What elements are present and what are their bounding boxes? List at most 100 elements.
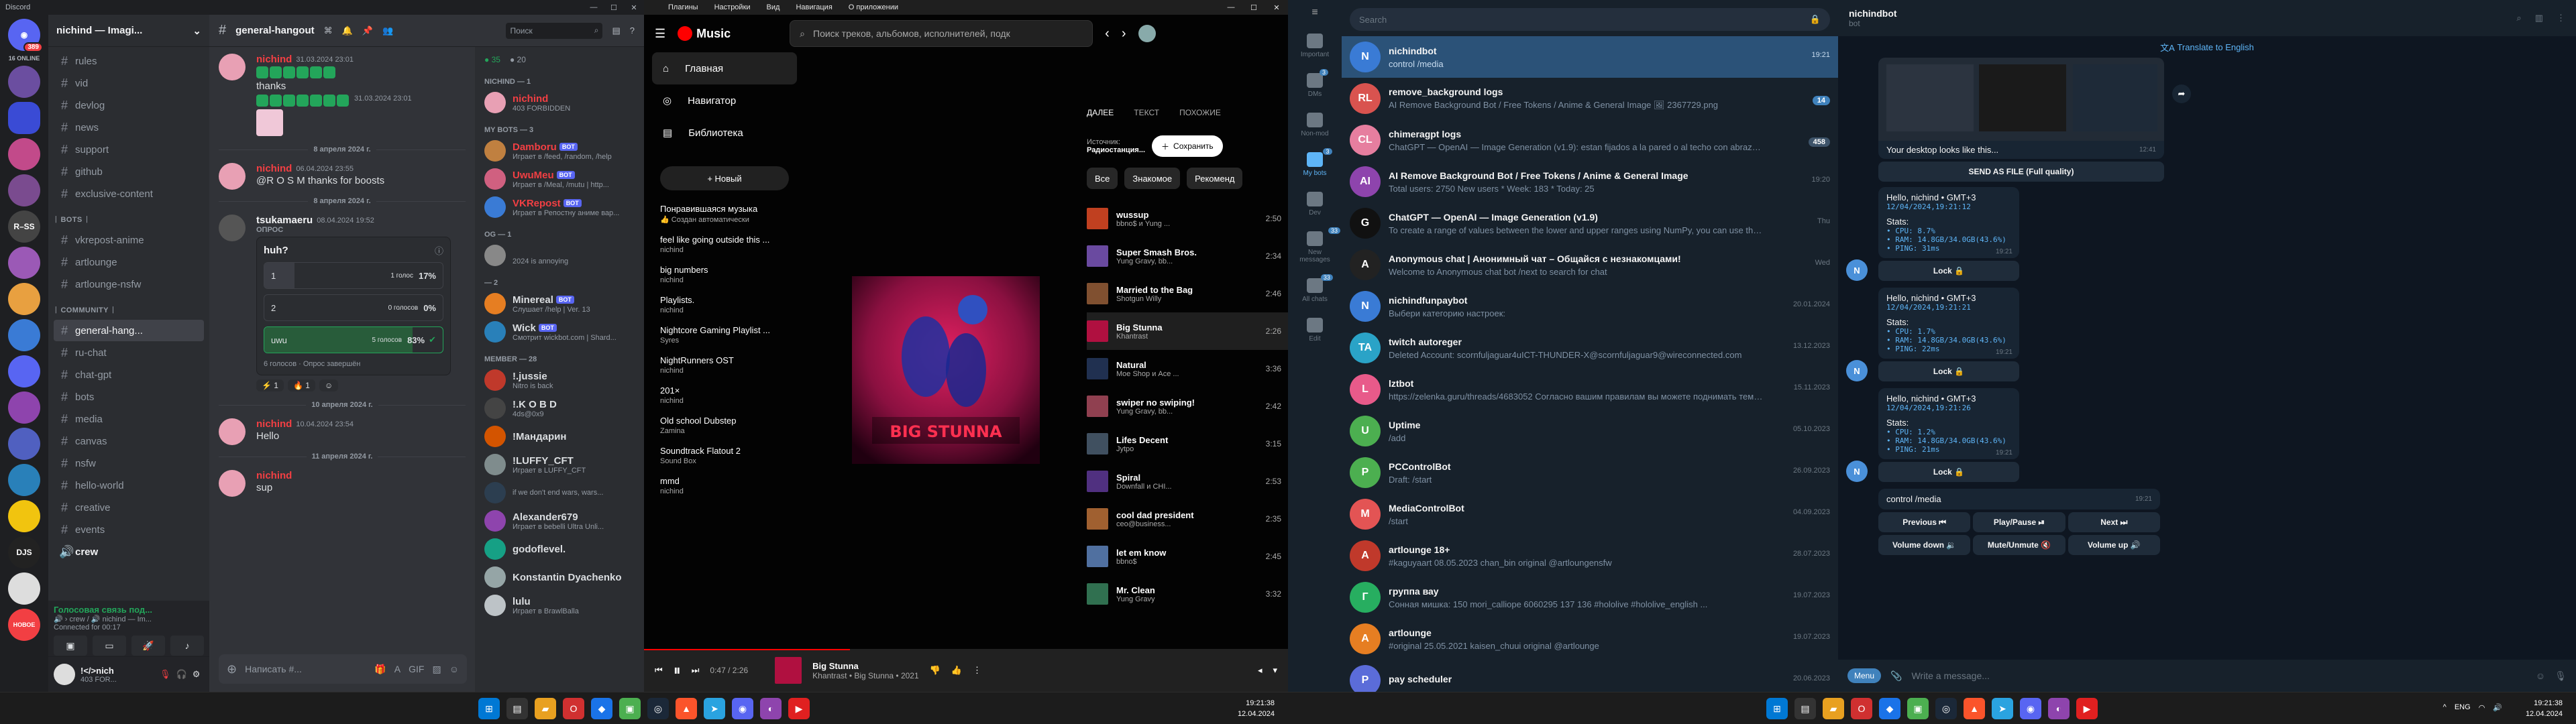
message-input[interactable]: Write a message...	[1911, 670, 1989, 681]
app-icon[interactable]: ▣	[619, 698, 641, 719]
author-name[interactable]: nichind	[256, 54, 292, 65]
chip-all[interactable]: Все	[1087, 168, 1118, 189]
dialog-item[interactable]: P PCControlBot Draft: /start 26.09.2023	[1342, 452, 1838, 493]
brave-icon[interactable]: ▲	[1964, 698, 1985, 719]
member-item[interactable]: UwuMeu BOT Играет в /Meal, /mutu | http...	[480, 165, 639, 193]
guild-header[interactable]: nichind — Imagi... ⌄	[48, 15, 209, 47]
category-community[interactable]: ᛁ COMMUNITY ᛁ	[48, 302, 209, 319]
channel-item[interactable]: # support	[54, 139, 204, 160]
dialog-item[interactable]: Ггруппа вау Сонная мишка: 150 mori_callio…	[1342, 577, 1838, 618]
app-icon[interactable]: ◐	[2048, 698, 2070, 719]
channel-item[interactable]: # chat-gpt	[54, 364, 204, 385]
pin-icon[interactable]: 📌	[362, 25, 373, 36]
next-icon[interactable]: ⏭	[692, 665, 700, 676]
dislike-icon[interactable]: 👎	[930, 665, 941, 676]
dialog-item[interactable]: RL remove_background logs AI Remove Backgr…	[1342, 78, 1838, 119]
channel-item[interactable]: # vid	[54, 72, 204, 94]
close-icon[interactable]: ✕	[1265, 3, 1288, 12]
playlist-item[interactable]: Playlists. nichind	[644, 290, 805, 320]
threads-icon[interactable]: ⌘	[324, 25, 333, 36]
gift-icon[interactable]: 🎁	[374, 664, 386, 675]
chip-discover[interactable]: Рекоменд	[1187, 168, 1243, 189]
reaction[interactable]: ⚡ 1	[256, 379, 284, 391]
progress-bar[interactable]	[644, 649, 851, 650]
server-icon[interactable]	[8, 174, 40, 206]
chevron-left-icon[interactable]: ◂	[1258, 665, 1263, 676]
app-icon[interactable]: ▣	[1907, 698, 1929, 719]
dialog-item[interactable]: M MediaControlBot/start 04.09.2023	[1342, 493, 1838, 535]
opera-icon[interactable]: O	[563, 698, 584, 719]
folder-dev[interactable]: Dev	[1307, 192, 1323, 217]
chevron-down-icon[interactable]: ▾	[1273, 665, 1277, 676]
nav-explore[interactable]: ◎ Навигатор	[652, 84, 797, 117]
queue-item[interactable]: Lifes Decent Jytpo 3:15	[1087, 425, 1288, 463]
channel-item[interactable]: # events	[54, 519, 204, 540]
menu-item[interactable]: Навигация	[796, 3, 832, 11]
reaction[interactable]: 🔥 1	[287, 379, 315, 391]
save-button[interactable]: ＋ Сохранить	[1152, 135, 1223, 157]
add-reaction-icon[interactable]: ☺	[319, 379, 339, 391]
plus-icon[interactable]: ⊕	[227, 662, 237, 676]
sticker-icon[interactable]: ▨	[432, 664, 441, 675]
more-icon[interactable]: ⋮	[2557, 13, 2565, 23]
queue-item-playing[interactable]: Big Stunna Khantrast 2:26	[1087, 312, 1288, 350]
server-icon[interactable]	[8, 319, 40, 351]
steam-icon[interactable]: ◎	[1935, 698, 1957, 719]
hamburger-icon[interactable]: ≡	[1311, 7, 1318, 19]
logo[interactable]: Music	[678, 26, 731, 41]
author-name[interactable]: nichind	[256, 163, 292, 174]
forward-icon[interactable]: ›	[1122, 26, 1126, 42]
author-name[interactable]: nichind	[256, 470, 292, 481]
volume-up-button[interactable]: Volume up 🔊	[2068, 535, 2160, 555]
queue-item[interactable]: let em know bbno$ 2:45	[1087, 538, 1288, 575]
playlist-item[interactable]: Soundtrack Flatout 2 Sound Box	[644, 440, 805, 471]
folder-non-mod[interactable]: Non-mod	[1301, 113, 1329, 137]
playlist-item[interactable]: Nightcore Gaming Playlist ... Syres	[644, 320, 805, 350]
volume-down-button[interactable]: Volume down 🔉	[1878, 535, 1971, 555]
menu-item[interactable]: О приложении	[849, 3, 898, 11]
dialog-item[interactable]: G ChatGPT — OpenAI — Image Generation (v1…	[1342, 202, 1838, 244]
poll-option[interactable]: 20 голосов 0%	[264, 294, 443, 321]
camera-icon[interactable]: ▣	[54, 636, 87, 656]
member-item[interactable]: lulu Играет в BrawlBalla	[480, 591, 639, 619]
voice-channel-item[interactable]: 🔊 crew	[54, 541, 204, 562]
lock-button[interactable]: Lock 🔒	[1878, 261, 2019, 281]
emoji-icon[interactable]: ☺	[2536, 670, 2545, 681]
brave-icon[interactable]: ▲	[676, 698, 697, 719]
channel-item[interactable]: # canvas	[54, 430, 204, 452]
new-playlist-button[interactable]: + Новый	[660, 166, 789, 190]
activity-icon[interactable]: 🚀	[131, 636, 165, 656]
member-item[interactable]: godoflevel.	[480, 535, 639, 563]
headphones-icon[interactable]: 🎧	[176, 669, 187, 680]
search-icon[interactable]: ⌕	[2516, 13, 2521, 23]
server-icon[interactable]	[8, 355, 40, 387]
member-item[interactable]: Damboru BOT Играет в /feed, /random, /help	[480, 137, 639, 165]
telegram-icon[interactable]: ➤	[704, 698, 725, 719]
avatar[interactable]	[219, 418, 246, 445]
bell-icon[interactable]: 🔔	[342, 25, 353, 36]
gif-icon[interactable]: GIF	[409, 664, 424, 674]
member-item[interactable]: !.jussie Nitro is back	[480, 366, 639, 394]
send-as-file-button[interactable]: SEND AS FILE (Full quality)	[1878, 162, 2164, 182]
tab-lyrics[interactable]: ТЕКСТ	[1134, 108, 1159, 117]
channel-item-active[interactable]: # general-hang...	[54, 320, 204, 341]
server-icon[interactable]: DJS	[8, 536, 40, 568]
previous-icon[interactable]: ⏮	[655, 665, 663, 676]
channel-item[interactable]: # devlog	[54, 95, 204, 116]
next-button[interactable]: Next ⏭	[2068, 512, 2160, 532]
avatar[interactable]	[219, 163, 246, 190]
member-item[interactable]: Alexander679 Играет в bebelli Ultra Unli.…	[480, 507, 639, 535]
avatar[interactable]: N	[1846, 461, 1868, 482]
member-item[interactable]: Minereal BOT Слушает /help | Ver. 13	[480, 290, 639, 318]
author-name[interactable]: tsukamaeru	[256, 215, 313, 226]
gear-icon[interactable]: ⚙	[193, 669, 201, 680]
queue-item[interactable]: Spiral Downfall и CHI... 2:53	[1087, 463, 1288, 500]
attach-icon[interactable]: 📎	[1890, 670, 1902, 682]
vscode-icon[interactable]: ◆	[1879, 698, 1900, 719]
member-item[interactable]: !.K O B D 4ds@‌0x9	[480, 394, 639, 422]
avatar[interactable]	[219, 54, 246, 80]
maximize-icon[interactable]: ☐	[604, 3, 624, 12]
close-icon[interactable]: ✕	[624, 3, 644, 12]
playlist-item[interactable]: Понравившаяся музыка 👍 Создан автоматичес…	[644, 198, 805, 229]
minimize-icon[interactable]: —	[584, 3, 604, 12]
